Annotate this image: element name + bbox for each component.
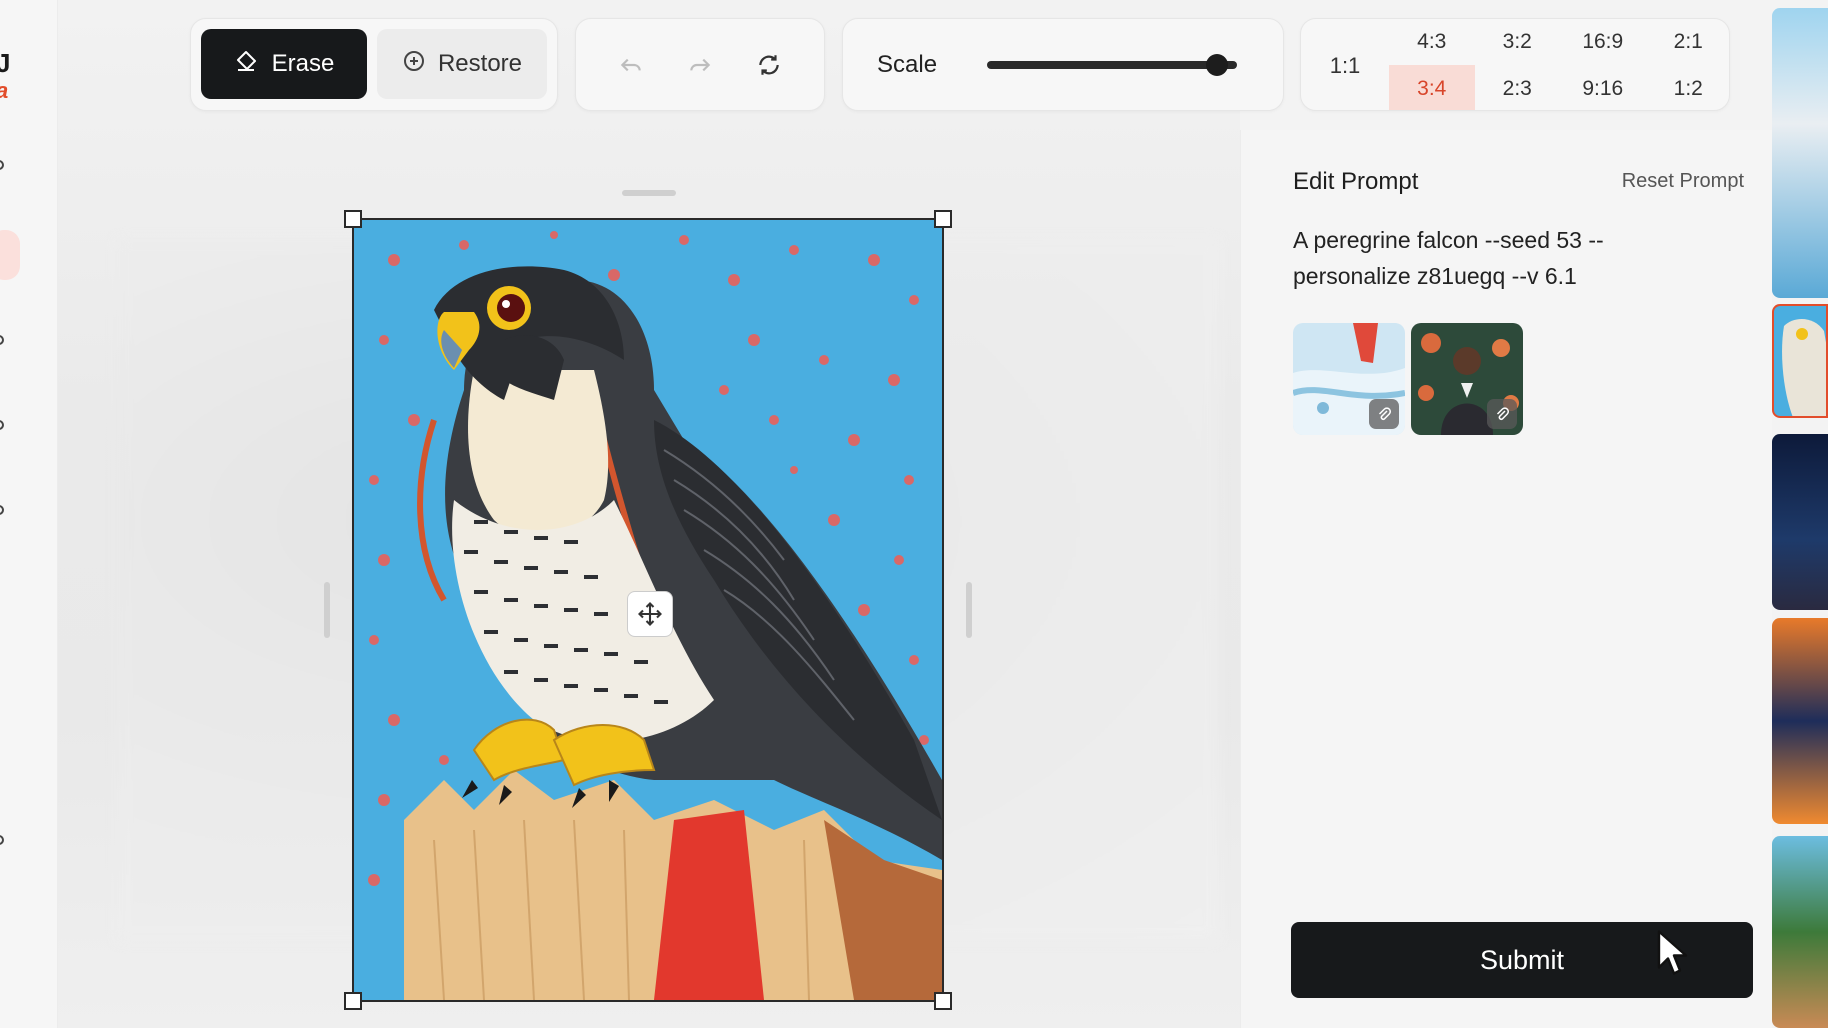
erase-button[interactable]: Erase	[201, 29, 367, 99]
sidebar: J a	[0, 0, 58, 1028]
ratio-option-16x9[interactable]: 16:9	[1560, 19, 1646, 65]
undo-icon	[620, 58, 641, 71]
gallery-thumbnail[interactable]	[1772, 836, 1828, 1028]
move-icon	[638, 602, 662, 626]
panel-title: Edit Prompt	[1293, 168, 1419, 195]
plus-circle-icon	[402, 49, 426, 80]
sidebar-nav-icon[interactable]	[0, 420, 4, 430]
logo-mark-accent[interactable]: a	[0, 78, 8, 104]
ratio-option-square[interactable]: 1:1	[1301, 19, 1389, 110]
redo-icon	[690, 58, 711, 71]
scale-slider[interactable]	[987, 53, 1237, 76]
resize-handle-top-left[interactable]	[344, 210, 362, 228]
undo-button[interactable]	[611, 45, 651, 85]
scale-slider-knob[interactable]	[1205, 53, 1228, 76]
image-frame[interactable]	[344, 210, 952, 1010]
sidebar-nav-icon[interactable]	[0, 835, 4, 845]
sidebar-nav-icon[interactable]	[0, 160, 4, 170]
ratio-option-2x1[interactable]: 2:1	[1646, 19, 1730, 65]
gallery-thumbnail[interactable]	[1772, 618, 1828, 824]
sidebar-active-item[interactable]	[0, 230, 20, 280]
scale-group: Scale	[842, 18, 1284, 111]
gallery-strip	[1772, 0, 1828, 1028]
aspect-ratio-grid: 4:3 3:2 16:9 2:1 3:4 2:3 9:16 1:2	[1389, 19, 1730, 110]
edit-prompt-panel: Edit Prompt Reset Prompt A peregrine fal…	[1240, 130, 1772, 1028]
paperclip-icon	[1369, 399, 1399, 429]
prompt-textarea[interactable]: A peregrine falcon --seed 53 --personali…	[1293, 222, 1703, 294]
erase-label: Erase	[271, 50, 335, 77]
right-resize-grip[interactable]	[966, 582, 972, 638]
logo-mark[interactable]: J	[0, 48, 10, 79]
ratio-option-3x2[interactable]: 3:2	[1475, 19, 1561, 65]
ratio-option-3x4[interactable]: 3:4	[1389, 65, 1475, 110]
top-resize-grip[interactable]	[622, 190, 676, 196]
history-group	[575, 18, 825, 111]
ratio-option-4x3[interactable]: 4:3	[1389, 19, 1475, 65]
gallery-thumbnail[interactable]	[1772, 434, 1828, 610]
restore-label: Restore	[437, 50, 523, 77]
reference-image-thumbnail[interactable]	[1411, 323, 1523, 435]
left-resize-grip[interactable]	[324, 582, 330, 638]
gallery-thumbnail-selected[interactable]	[1772, 304, 1828, 418]
mouse-cursor-icon	[1656, 928, 1692, 985]
edit-mode-group: Erase Restore	[190, 18, 558, 111]
paperclip-icon	[1487, 399, 1517, 429]
sidebar-nav-icon[interactable]	[0, 505, 4, 515]
move-button[interactable]	[627, 591, 673, 637]
eraser-icon	[234, 49, 258, 80]
reference-image-thumbnail[interactable]	[1293, 323, 1405, 435]
ratio-option-1x2[interactable]: 1:2	[1646, 65, 1730, 110]
scale-label: Scale	[877, 50, 938, 78]
resize-handle-top-right[interactable]	[934, 210, 952, 228]
resize-handle-bottom-right[interactable]	[934, 992, 952, 1010]
redo-button[interactable]	[680, 45, 720, 85]
resize-handle-bottom-left[interactable]	[344, 992, 362, 1010]
gallery-thumbnail[interactable]	[1772, 8, 1828, 298]
sidebar-nav-icon[interactable]	[0, 335, 4, 345]
restore-button[interactable]: Restore	[377, 29, 547, 99]
reset-prompt-button[interactable]: Reset Prompt	[1622, 170, 1744, 193]
ratio-option-9x16[interactable]: 9:16	[1560, 65, 1646, 110]
ratio-option-2x3[interactable]: 2:3	[1475, 65, 1561, 110]
refresh-icon	[759, 54, 780, 75]
reset-image-button[interactable]	[749, 45, 789, 85]
aspect-ratio-group: 1:1 4:3 3:2 16:9 2:1 3:4 2:3 9:16 1:2	[1300, 18, 1730, 111]
